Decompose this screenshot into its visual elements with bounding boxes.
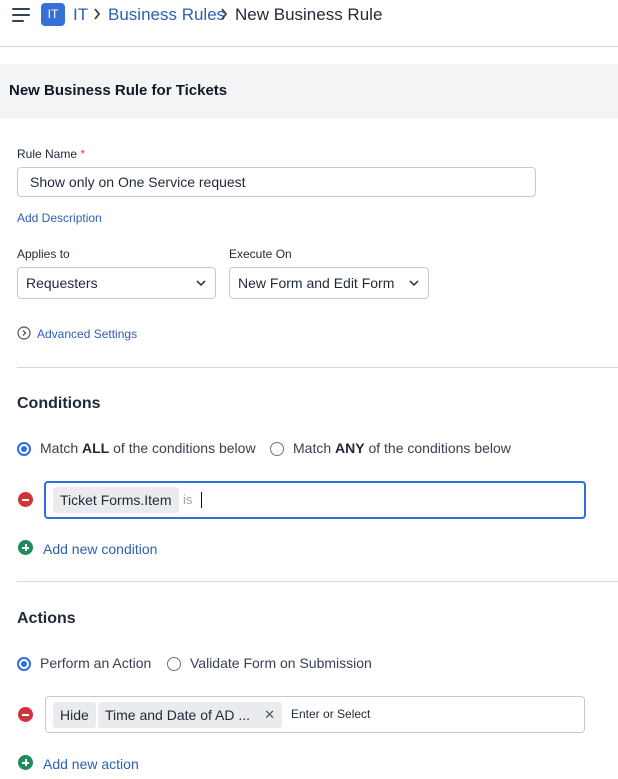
breadcrumb-root[interactable]: IT <box>73 5 88 25</box>
add-description-link[interactable]: Add Description <box>17 211 102 225</box>
page-title: New Business Rule for Tickets <box>9 82 228 99</box>
chevron-right-icon <box>94 8 101 20</box>
execute-on-select[interactable]: New Form and Edit Form <box>229 267 429 299</box>
remove-action-button[interactable] <box>18 707 33 722</box>
applies-to-label: Applies to <box>17 247 70 261</box>
match-all-prefix: Match <box>40 440 83 456</box>
action-type-chip[interactable]: Hide <box>53 702 96 728</box>
conditions-title: Conditions <box>17 395 101 412</box>
validate-form-radio[interactable] <box>167 657 181 671</box>
advanced-settings-link[interactable]: Advanced Settings <box>37 327 137 341</box>
page-title-band: New Business Rule for Tickets <box>0 64 618 119</box>
chevron-right-icon <box>221 8 228 20</box>
perform-action-label[interactable]: Perform an Action <box>40 655 151 671</box>
add-condition-icon[interactable] <box>18 540 33 555</box>
match-all-bold: ALL <box>82 440 110 456</box>
applies-to-value: Requesters <box>26 275 98 291</box>
action-input[interactable]: Hide Time and Date of AD ... ✕ Enter or … <box>45 696 585 733</box>
match-all-label[interactable]: Match ALL of the conditions below <box>40 440 256 456</box>
match-any-suffix: of the conditions below <box>364 440 511 456</box>
chevron-down-icon <box>196 280 206 287</box>
rule-name-input[interactable] <box>17 167 536 197</box>
action-field-label: Time and Date of AD ... <box>105 707 250 723</box>
rule-name-label-text: Rule Name <box>17 147 78 161</box>
match-any-radio[interactable] <box>270 442 284 456</box>
validate-form-label[interactable]: Validate Form on Submission <box>190 655 372 671</box>
section-divider <box>17 367 618 368</box>
condition-input[interactable]: Ticket Forms.Item is <box>44 481 586 519</box>
add-new-action-link[interactable]: Add new action <box>43 756 139 772</box>
condition-field-chip[interactable]: Ticket Forms.Item <box>53 487 179 513</box>
workspace-badge[interactable]: IT <box>41 3 65 26</box>
match-any-prefix: Match <box>293 440 336 456</box>
breadcrumb-business-rules[interactable]: Business Rules <box>108 5 225 25</box>
remove-chip-icon[interactable]: ✕ <box>264 702 275 728</box>
remove-condition-button[interactable] <box>18 492 33 507</box>
chevron-down-icon <box>409 280 419 287</box>
required-indicator: * <box>80 147 86 161</box>
hamburger-menu-icon[interactable] <box>12 7 30 23</box>
rule-name-label: Rule Name * <box>17 147 85 161</box>
condition-operator: is <box>183 492 193 507</box>
breadcrumb-current: New Business Rule <box>235 5 383 24</box>
perform-action-radio[interactable] <box>17 657 31 671</box>
add-new-condition-link[interactable]: Add new condition <box>43 541 157 557</box>
section-divider <box>17 581 618 582</box>
match-any-bold: ANY <box>335 440 365 456</box>
chevron-circle-right-icon[interactable] <box>17 326 31 340</box>
text-cursor <box>201 492 202 508</box>
match-all-radio[interactable] <box>17 442 31 456</box>
actions-title: Actions <box>17 610 76 627</box>
add-action-icon[interactable] <box>18 755 33 770</box>
execute-on-value: New Form and Edit Form <box>238 275 395 291</box>
applies-to-select[interactable]: Requesters <box>17 267 216 299</box>
header-divider <box>0 46 618 47</box>
action-field-chip[interactable]: Time and Date of AD ... ✕ <box>98 702 282 728</box>
match-all-suffix: of the conditions below <box>109 440 256 456</box>
match-any-label[interactable]: Match ANY of the conditions below <box>293 440 511 456</box>
action-value-placeholder[interactable]: Enter or Select <box>291 707 370 721</box>
execute-on-label: Execute On <box>229 247 292 261</box>
